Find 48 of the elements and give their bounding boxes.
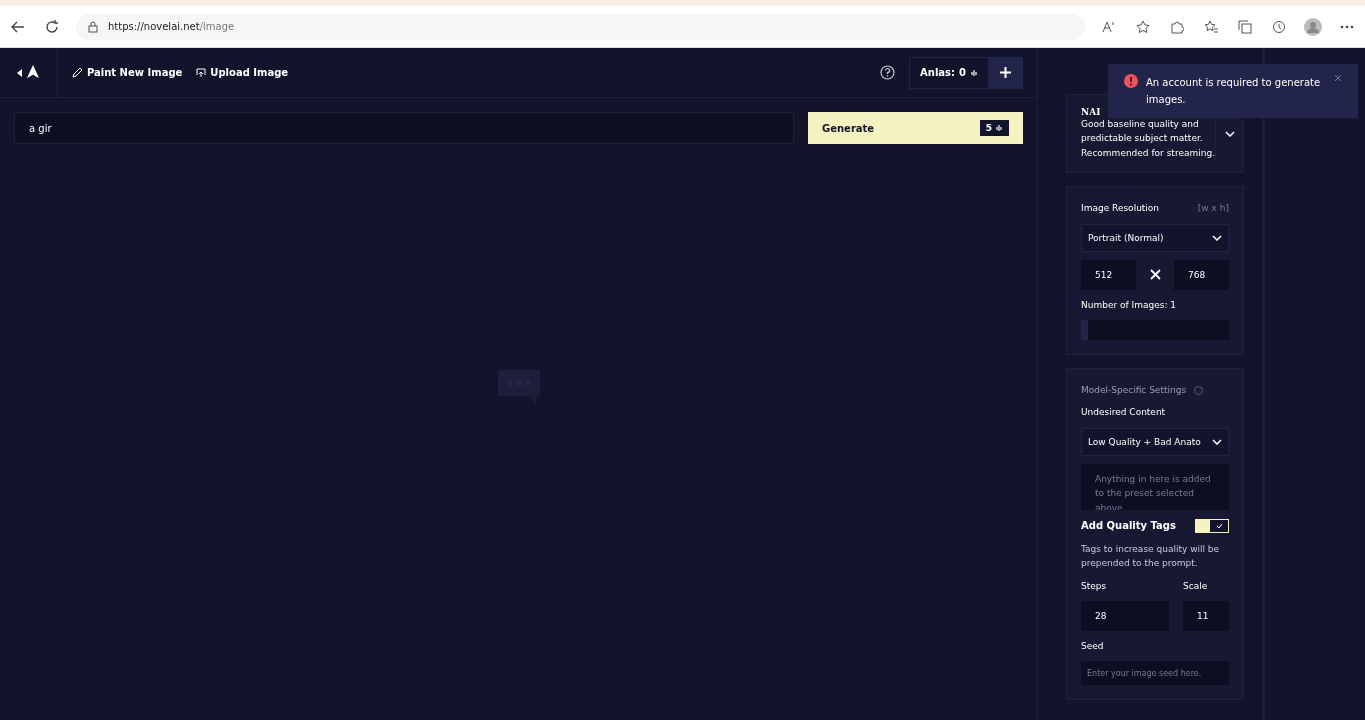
generate-button[interactable]: Generate 5 (808, 112, 1023, 144)
avatar-icon[interactable] (1303, 16, 1323, 37)
images-count-label: Number of Images: 1 (1081, 298, 1178, 312)
upload-icon (196, 67, 207, 78)
chevron-down-icon (1212, 234, 1222, 241)
quality-tags-note: Tags to increase quality will be prepended to the prompt. (1081, 542, 1221, 571)
pencil-icon (72, 67, 83, 78)
plus-icon (999, 67, 1011, 78)
anlas-icon (995, 124, 1003, 132)
seed-field[interactable]: Enter your image seed here. (1081, 661, 1229, 686)
check-icon (1215, 522, 1223, 529)
prompt-field[interactable]: a gir (14, 112, 794, 144)
scale-label: Scale (1183, 579, 1209, 593)
resolution-select[interactable]: Portrait (Normal) (1081, 223, 1229, 252)
times-icon (1149, 269, 1161, 281)
anlas-icon (970, 68, 978, 77)
scale-field[interactable]: 11 (1183, 600, 1229, 631)
paint-new-image-button[interactable]: Paint New Image (72, 67, 183, 78)
add-anlas-button[interactable] (988, 56, 1022, 89)
chevron-down-icon (1212, 438, 1222, 445)
settings-title: Model-Specific Settings (1081, 383, 1187, 397)
cost-badge: 5 (979, 120, 1009, 136)
address-bar[interactable]: https://novelai.net/image (76, 13, 1085, 40)
quality-toggle[interactable] (1195, 518, 1229, 533)
steps-label: Steps (1081, 579, 1107, 593)
alert-icon (1124, 74, 1138, 88)
model-description: Good baseline quality and predictable subject matter. Recommended for streaming. (1081, 118, 1215, 160)
undesired-label: Undesired Content (1081, 406, 1167, 420)
chevron-down-icon (1224, 130, 1235, 137)
anlas-balance: Anlas: 0 (910, 67, 988, 78)
resolution-hint: [w x h] (1197, 202, 1229, 216)
steps-field[interactable]: 28 (1081, 600, 1169, 631)
lock-icon (88, 20, 98, 33)
slider-fill[interactable] (1081, 319, 1089, 340)
undesired-select[interactable]: Low Quality + Bad Anato (1081, 427, 1229, 456)
seed-label: Seed (1081, 639, 1105, 653)
resolution-label: Image Resolution (1081, 202, 1160, 216)
collapse-icon[interactable] (17, 68, 22, 77)
upload-image-button[interactable]: Upload Image (196, 67, 289, 78)
quality-tags-label: Add Quality Tags (1081, 518, 1176, 533)
logo-icon[interactable] (26, 64, 40, 81)
width-field[interactable]: 512 (1081, 259, 1136, 290)
url-text: https://novelai.net/image (108, 21, 235, 32)
close-icon[interactable] (1334, 74, 1342, 82)
model-name: NAI (1081, 107, 1102, 117)
images-slider[interactable] (1081, 319, 1229, 340)
height-field[interactable]: 768 (1174, 259, 1229, 290)
chat-bubble-icon (497, 370, 540, 404)
